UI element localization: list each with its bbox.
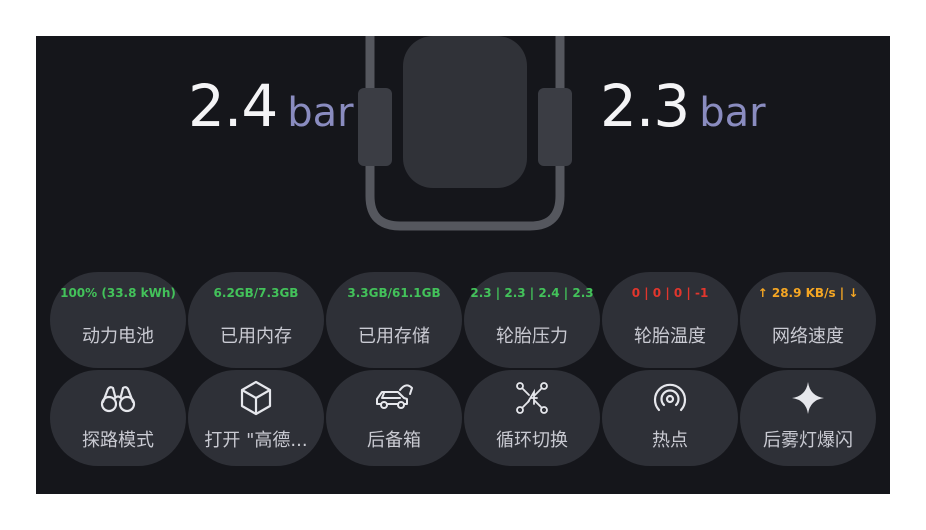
memory-label: 已用内存 [220,326,292,347]
tire-temperature-tile[interactable]: 0 | 0 | 0 | -1 轮胎温度 [602,272,738,368]
rear-fog-flash-label: 后雾灯爆闪 [763,430,853,451]
cycle-switch-label: 循环切换 [496,430,568,451]
storage-label: 已用存储 [358,326,430,347]
network-speed-value: ↑ 28.9 KB/s | ↓ [757,286,859,300]
explore-mode-label: 探路模式 [82,430,154,451]
open-amap-label: 打开 "高德... [204,430,308,451]
open-amap-button[interactable]: 打开 "高德... [188,370,324,466]
tire-pressure-tile[interactable]: 2.3 | 2.3 | 2.4 | 2.3 轮胎压力 [464,272,600,368]
front-right-tire-icon [538,88,572,166]
battery-label: 动力电池 [82,326,154,347]
front-right-pressure: 2.3 bar [600,72,766,140]
hotspot-icon [653,383,687,412]
trunk-label: 后备箱 [367,430,421,451]
explore-mode-button[interactable]: 探路模式 [50,370,186,466]
tire-pressure-label: 轮胎压力 [496,326,568,347]
tire-temperature-value: 0 | 0 | 0 | -1 [631,286,709,300]
battery-value: 100% (33.8 kWh) [60,286,176,300]
dashboard-screen: 2.4 bar 2.3 bar 100% (33.8 kWh) 动力电池 6.2… [36,36,890,494]
storage-tile[interactable]: 3.3GB/61.1GB 已用存储 [326,272,462,368]
cycle-switch-icon [516,382,548,414]
trunk-button[interactable]: 后备箱 [326,370,462,466]
network-speed-label: 网络速度 [772,326,844,347]
cycle-switch-button[interactable]: 循环切换 [464,370,600,466]
memory-value: 6.2GB/7.3GB [213,286,299,300]
front-left-tire-icon [358,88,392,166]
front-left-pressure-value: 2.4 [188,72,278,140]
binoculars-icon [100,386,136,413]
car-trunk-icon [376,384,413,409]
tire-pressure-value: 2.3 | 2.3 | 2.4 | 2.3 [470,286,594,300]
memory-tile[interactable]: 6.2GB/7.3GB 已用内存 [188,272,324,368]
battery-tile[interactable]: 100% (33.8 kWh) 动力电池 [50,272,186,368]
hotspot-label: 热点 [652,430,688,451]
front-left-pressure-unit: bar [287,90,354,136]
network-speed-tile[interactable]: ↑ 28.9 KB/s | ↓ 网络速度 [740,272,876,368]
tire-temperature-label: 轮胎温度 [634,326,706,347]
rear-fog-flash-button[interactable]: 后雾灯爆闪 [740,370,876,466]
hotspot-button[interactable]: 热点 [602,370,738,466]
storage-value: 3.3GB/61.1GB [347,286,441,300]
front-right-pressure-unit: bar [699,90,766,136]
front-right-pressure-value: 2.3 [600,72,690,140]
cube-icon [240,380,272,416]
front-left-pressure: 2.4 bar [188,72,354,140]
sparkle-icon [792,382,824,414]
